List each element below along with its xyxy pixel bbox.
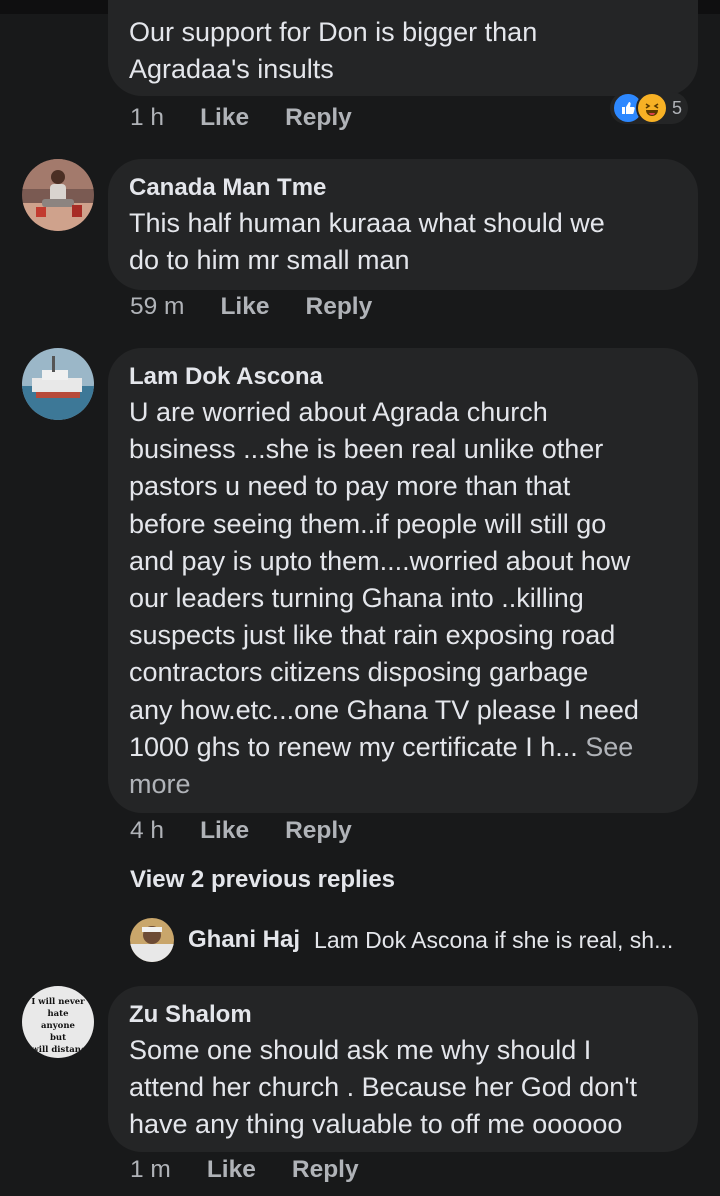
reply-author[interactable]: Ghani Haj	[188, 926, 300, 954]
comment-text: Our support for Don is bigger than Agrad…	[129, 17, 538, 85]
comment-time[interactable]: 4 h	[130, 817, 164, 845]
see-more-link[interactable]: See	[585, 732, 633, 762]
comment-time[interactable]: 59 m	[130, 293, 184, 321]
comment-text: Some one should ask me why should I atte…	[129, 1035, 637, 1140]
reply-button[interactable]: Reply	[285, 104, 352, 132]
view-previous-replies-link[interactable]: View 2 previous replies	[130, 866, 395, 894]
comment-bubble-1: Our support for Don is bigger than Agrad…	[108, 0, 698, 96]
comment-actions-3: 4 h Like Reply	[130, 817, 352, 845]
avatar-text: I will never hate anyone but I will dist…	[24, 997, 92, 1058]
reply-preview[interactable]: Ghani Haj Lam Dok Ascona if she is real,…	[130, 918, 673, 962]
comment-bubble-3: Lam Dok Ascona U are worried about Agrad…	[108, 348, 698, 813]
like-button[interactable]: Like	[220, 293, 269, 321]
avatar-canada-man-tme[interactable]	[22, 159, 94, 231]
avatar-ghani-haj[interactable]	[130, 918, 174, 962]
comment-bubble-2: Canada Man Tme This half human kuraaa wh…	[108, 159, 698, 290]
avatar-zu-shalom[interactable]: I will never hate anyone but I will dist…	[22, 986, 94, 1058]
avatar-lam-dok-ascona[interactable]	[22, 348, 94, 420]
commenter-name[interactable]: Zu Shalom	[129, 1000, 676, 1030]
like-button[interactable]: Like	[207, 1156, 256, 1184]
comment-body: U are worried about Agrada church busine…	[129, 397, 639, 762]
commenter-name[interactable]: Lam Dok Ascona	[129, 362, 676, 392]
comment-actions-4: 1 m Like Reply	[130, 1156, 359, 1184]
like-button[interactable]: Like	[200, 104, 249, 132]
comment-time[interactable]: 1 h	[130, 104, 164, 132]
reaction-count: 5	[672, 97, 683, 118]
comment-time[interactable]: 1 m	[130, 1156, 171, 1184]
reply-button[interactable]: Reply	[306, 293, 373, 321]
see-more-link-cont[interactable]: more	[129, 769, 191, 799]
comment-text: This half human kuraaa what should we do…	[129, 208, 605, 276]
haha-reaction-icon	[636, 92, 668, 124]
comment-actions-2: 59 m Like Reply	[130, 293, 372, 321]
commenter-name[interactable]: Canada Man Tme	[129, 173, 676, 203]
reply-text: Lam Dok Ascona if she is real, sh...	[314, 926, 674, 953]
reply-button[interactable]: Reply	[292, 1156, 359, 1184]
comment-text: U are worried about Agrada church busine…	[129, 394, 676, 803]
reaction-summary[interactable]: 5	[610, 92, 689, 124]
reply-button[interactable]: Reply	[285, 817, 352, 845]
comment-actions-1: 1 h Like Reply	[130, 104, 352, 132]
comment-bubble-4: Zu Shalom Some one should ask me why sho…	[108, 986, 698, 1152]
like-button[interactable]: Like	[200, 817, 249, 845]
